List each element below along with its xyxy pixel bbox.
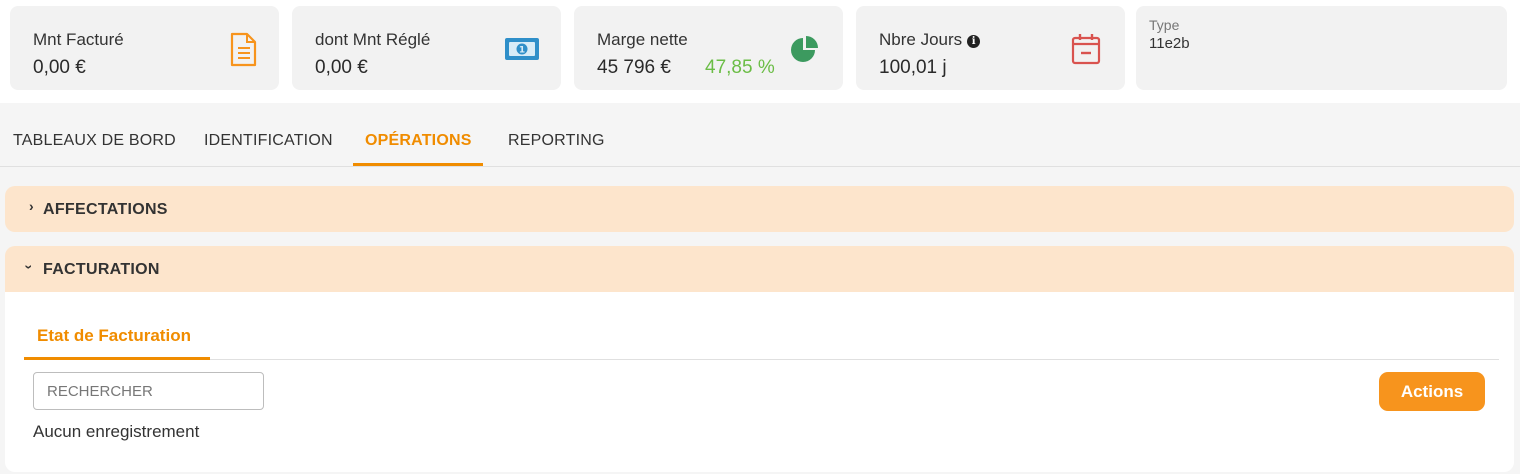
active-subtab-indicator bbox=[24, 357, 210, 360]
tab-identification[interactable]: IDENTIFICATION bbox=[204, 132, 333, 150]
subtab-divider bbox=[24, 359, 1499, 360]
info-icon[interactable]: i bbox=[967, 35, 981, 48]
actions-button[interactable]: Actions bbox=[1379, 372, 1485, 411]
chevron-down-icon: › bbox=[21, 264, 38, 270]
type-value: 11e2b bbox=[1149, 35, 1190, 52]
empty-state-text: Aucun enregistrement bbox=[33, 422, 200, 441]
tab-reporting[interactable]: REPORTING bbox=[508, 132, 605, 150]
pie-chart-icon bbox=[789, 34, 821, 71]
banknote-icon: 1 bbox=[504, 36, 540, 67]
kpi-value: 0,00 € bbox=[315, 57, 368, 78]
section-title: AFFECTATIONS bbox=[43, 201, 168, 218]
kpi-label: Marge nette bbox=[597, 30, 688, 49]
kpi-value: 0,00 € bbox=[33, 57, 86, 78]
kpi-label: Mnt Facturé bbox=[33, 30, 124, 49]
subtab-etat-facturation[interactable]: Etat de Facturation bbox=[37, 326, 191, 346]
main-tabs: TABLEAUX DE BORD IDENTIFICATION OPÉRATIO… bbox=[0, 118, 1520, 167]
calendar-icon bbox=[1071, 32, 1101, 71]
svg-text:1: 1 bbox=[519, 46, 525, 56]
tab-operations[interactable]: OPÉRATIONS bbox=[365, 132, 472, 150]
section-facturation-header[interactable]: › FACTURATION bbox=[5, 246, 1514, 292]
section-affectations-header[interactable]: › AFFECTATIONS bbox=[5, 186, 1514, 232]
kpi-value: 100,01 j bbox=[879, 57, 947, 78]
kpi-card-margin: Marge nette 45 796 € 47,85 % bbox=[574, 6, 843, 90]
section-title: FACTURATION bbox=[43, 261, 160, 278]
type-card: Type 11e2b bbox=[1136, 6, 1507, 90]
kpi-percent: 47,85 % bbox=[705, 57, 775, 78]
kpi-card-paid: dont Mnt Réglé 0,00 € 1 bbox=[292, 6, 561, 90]
kpi-label-wrap: Nbre Jours i bbox=[879, 30, 981, 50]
facturation-panel: Etat de Facturation Actions Aucun enregi… bbox=[5, 292, 1514, 472]
kpi-label: Nbre Jours bbox=[879, 30, 963, 49]
kpi-card-billed: Mnt Facturé 0,00 € bbox=[10, 6, 279, 90]
active-tab-indicator bbox=[353, 163, 483, 166]
search-input[interactable] bbox=[33, 372, 264, 410]
kpi-value: 45 796 € bbox=[597, 57, 671, 78]
chevron-right-icon: › bbox=[29, 198, 34, 214]
tab-dashboards[interactable]: TABLEAUX DE BORD bbox=[13, 132, 176, 150]
type-label: Type bbox=[1149, 17, 1180, 33]
kpi-label: dont Mnt Réglé bbox=[315, 30, 431, 49]
kpi-card-days: Nbre Jours i 100,01 j bbox=[856, 6, 1125, 90]
invoice-document-icon bbox=[228, 32, 258, 73]
